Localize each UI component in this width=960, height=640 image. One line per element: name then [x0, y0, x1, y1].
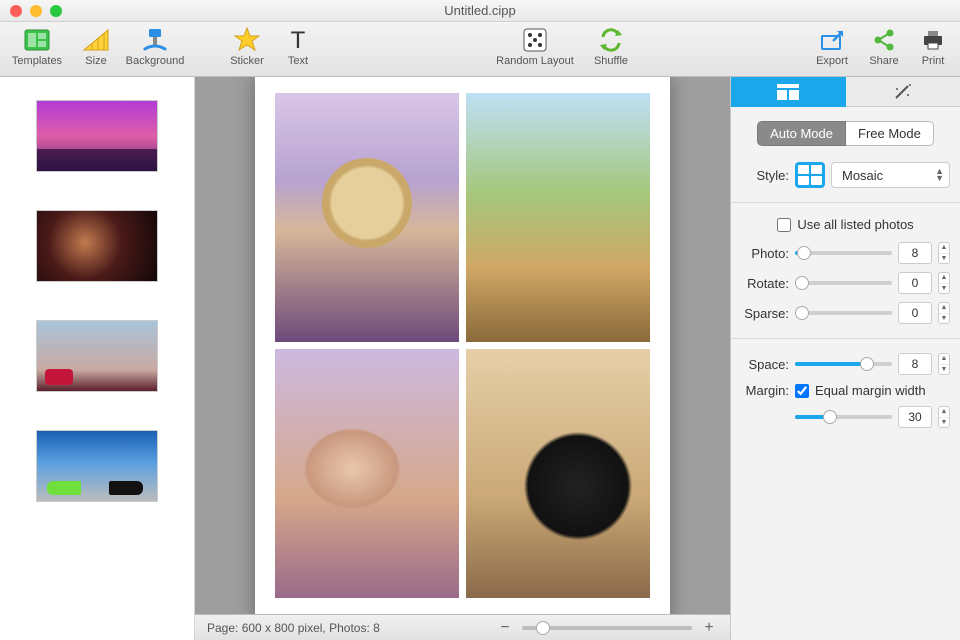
- shuffle-button[interactable]: Shuffle: [588, 26, 634, 67]
- print-button[interactable]: Print: [914, 26, 952, 67]
- photo-label: Photo:: [741, 246, 789, 261]
- collage-cell[interactable]: [466, 349, 650, 598]
- close-window-button[interactable]: [10, 5, 22, 17]
- print-label: Print: [922, 55, 945, 67]
- style-label: Style:: [741, 168, 789, 183]
- photo-stepper[interactable]: ▲▼: [938, 242, 950, 264]
- space-stepper[interactable]: ▲▼: [938, 353, 950, 375]
- shuffle-icon: [595, 26, 627, 54]
- margin-slider[interactable]: [795, 415, 892, 419]
- use-all-photos-label: Use all listed photos: [797, 217, 913, 232]
- use-all-photos-checkbox[interactable]: [777, 218, 791, 232]
- sticker-label: Sticker: [230, 55, 264, 67]
- space-slider[interactable]: [795, 362, 892, 366]
- minimize-window-button[interactable]: [30, 5, 42, 17]
- tab-effects[interactable]: [846, 77, 960, 107]
- photo-value[interactable]: 8: [898, 242, 932, 264]
- space-value[interactable]: 8: [898, 353, 932, 375]
- tab-layout[interactable]: [731, 77, 846, 107]
- space-label: Space:: [741, 357, 789, 372]
- rotate-label: Rotate:: [741, 276, 789, 291]
- export-label: Export: [816, 55, 848, 67]
- sparse-label: Sparse:: [741, 306, 789, 321]
- margin-label: Margin:: [741, 383, 789, 398]
- photo-sidebar: [0, 77, 195, 640]
- collage-cell[interactable]: [466, 93, 650, 342]
- size-icon: [80, 26, 112, 54]
- wand-icon: [893, 83, 913, 101]
- toolbar: Templates Size Background Sticker T: [0, 22, 960, 77]
- print-icon: [917, 26, 949, 54]
- collage-cell[interactable]: [275, 93, 459, 342]
- zoom-in-button[interactable]: +: [700, 621, 718, 635]
- style-value: Mosaic: [842, 168, 883, 183]
- photo-thumbnail[interactable]: [37, 431, 157, 501]
- background-label: Background: [126, 55, 185, 67]
- background-button[interactable]: Background: [126, 26, 184, 67]
- text-label: Text: [288, 55, 308, 67]
- photo-thumbnail[interactable]: [37, 211, 157, 281]
- collage-page[interactable]: [255, 77, 670, 614]
- templates-label: Templates: [12, 55, 62, 67]
- photo-slider[interactable]: [795, 251, 892, 255]
- canvas-area[interactable]: [195, 77, 730, 614]
- free-mode-button[interactable]: Free Mode: [846, 121, 934, 146]
- sticker-icon: [231, 26, 263, 54]
- sparse-slider[interactable]: [795, 311, 892, 315]
- window-title: Untitled.cipp: [0, 3, 960, 18]
- margin-stepper[interactable]: ▲▼: [938, 406, 950, 428]
- size-label: Size: [85, 55, 106, 67]
- text-icon: T: [282, 26, 314, 54]
- photo-thumbnail[interactable]: [37, 321, 157, 391]
- random-layout-label: Random Layout: [496, 55, 574, 67]
- random-layout-button[interactable]: Random Layout: [492, 26, 578, 67]
- svg-text:T: T: [291, 28, 306, 52]
- collage-cell[interactable]: [275, 349, 459, 598]
- chevron-updown-icon: ▲▼: [935, 168, 943, 182]
- share-button[interactable]: Share: [864, 26, 904, 67]
- sparse-stepper[interactable]: ▲▼: [938, 302, 950, 324]
- mosaic-icon: [795, 162, 825, 188]
- photo-thumbnail[interactable]: [37, 101, 157, 171]
- equal-margin-label: Equal margin width: [815, 383, 926, 398]
- shuffle-label: Shuffle: [594, 55, 628, 67]
- export-button[interactable]: Export: [810, 26, 854, 67]
- size-button[interactable]: Size: [76, 26, 116, 67]
- text-button[interactable]: T Text: [280, 26, 316, 67]
- status-text: Page: 600 x 800 pixel, Photos: 8: [207, 621, 380, 635]
- dice-icon: [519, 26, 551, 54]
- share-icon: [868, 26, 900, 54]
- background-icon: [139, 26, 171, 54]
- auto-mode-button[interactable]: Auto Mode: [757, 121, 846, 146]
- templates-button[interactable]: Templates: [8, 26, 66, 67]
- templates-icon: [21, 26, 53, 54]
- style-dropdown[interactable]: Mosaic ▲▼: [831, 162, 950, 188]
- layout-icon: [777, 84, 799, 100]
- equal-margin-checkbox[interactable]: [795, 384, 809, 398]
- sparse-value[interactable]: 0: [898, 302, 932, 324]
- sticker-button[interactable]: Sticker: [224, 26, 270, 67]
- share-label: Share: [869, 55, 898, 67]
- properties-panel: Auto Mode Free Mode Style: Mosaic ▲▼ Use…: [730, 77, 960, 640]
- zoom-slider[interactable]: [522, 626, 692, 630]
- rotate-stepper[interactable]: ▲▼: [938, 272, 950, 294]
- zoom-window-button[interactable]: [50, 5, 62, 17]
- rotate-value[interactable]: 0: [898, 272, 932, 294]
- zoom-out-button[interactable]: −: [496, 621, 514, 635]
- margin-value[interactable]: 30: [898, 406, 932, 428]
- export-icon: [816, 26, 848, 54]
- rotate-slider[interactable]: [795, 281, 892, 285]
